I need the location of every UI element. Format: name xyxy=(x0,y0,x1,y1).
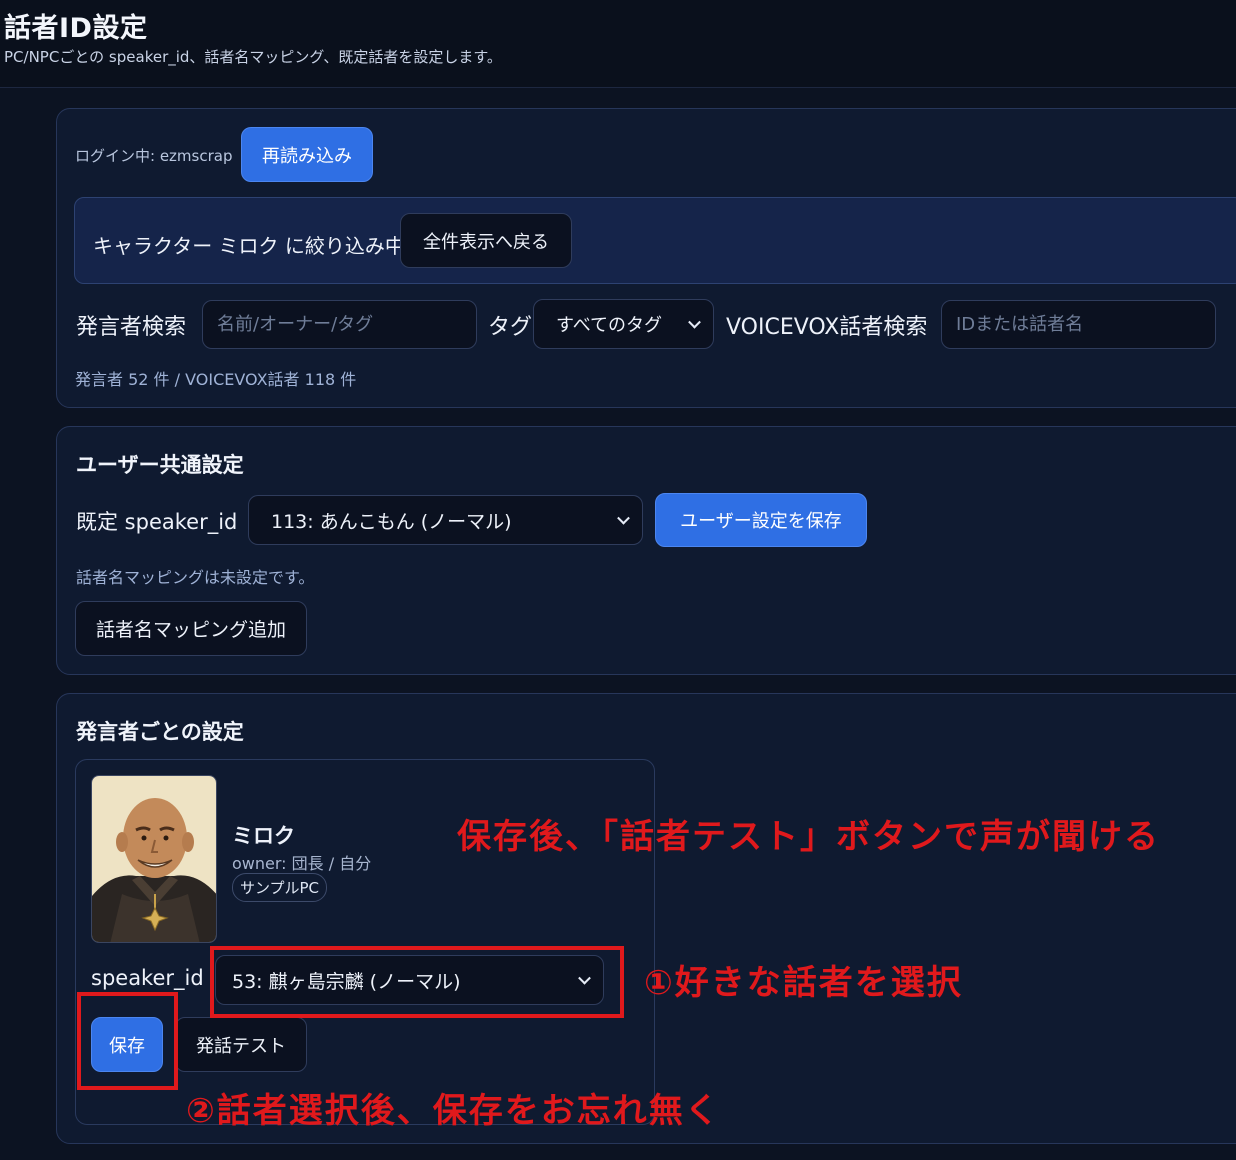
speaker-tag: サンプルPC xyxy=(232,873,327,902)
show-all-button[interactable]: 全件表示へ戻る xyxy=(400,213,572,268)
avatar xyxy=(91,775,217,943)
tag-label: タグ xyxy=(488,315,533,340)
per-speaker-title: 発言者ごとの設定 xyxy=(76,720,244,744)
voicevox-search-label: VOICEVOX話者検索 xyxy=(726,315,928,340)
voicevox-search-input[interactable] xyxy=(941,300,1216,349)
page-header: 話者ID設定 PC/NPCごとの speaker_id、話者名マッピング、既定話… xyxy=(0,0,1236,88)
page-subtitle: PC/NPCごとの speaker_id、話者名マッピング、既定話者を設定します… xyxy=(4,48,502,66)
annotation-note-select: ①好きな話者を選択 xyxy=(644,963,963,1003)
chevron-down-icon xyxy=(617,511,630,525)
reload-button[interactable]: 再読み込み xyxy=(241,127,373,182)
speaker-id-label: speaker_id xyxy=(91,966,204,990)
login-status: ログイン中: ezmscrap xyxy=(75,147,233,165)
speech-test-button[interactable]: 発話テスト xyxy=(175,1017,307,1072)
annotation-box-save xyxy=(77,992,178,1090)
user-settings-title: ユーザー共通設定 xyxy=(76,453,244,477)
filter-notice-text: キャラクター ミロク に絞り込み中 xyxy=(93,234,405,258)
annotation-note-save: ②話者選択後、保存をお忘れ無く xyxy=(186,1091,721,1131)
default-speaker-value: 113: あんこもん (ノーマル) xyxy=(271,510,512,533)
default-speaker-select[interactable]: 113: あんこもん (ノーマル) xyxy=(248,495,643,545)
chevron-down-icon xyxy=(688,315,701,329)
page-title: 話者ID設定 xyxy=(4,13,148,44)
speaker-owner: owner: 団長 / 自分 xyxy=(232,854,372,873)
annotation-box-select xyxy=(210,946,624,1018)
annotation-note-top: 保存後、「話者テスト」ボタンで声が聞ける xyxy=(457,817,1160,857)
tag-select[interactable]: すべてのタグ xyxy=(533,299,714,349)
speaker-search-input[interactable] xyxy=(202,300,477,349)
default-speaker-label: 既定 speaker_id xyxy=(76,510,238,534)
result-counts: 発言者 52 件 / VOICEVOX話者 118 件 xyxy=(75,370,357,389)
speaker-search-label: 発言者検索 xyxy=(76,315,187,340)
mapping-empty-text: 話者名マッピングは未設定です。 xyxy=(76,568,315,587)
tag-select-value: すべてのタグ xyxy=(556,315,663,336)
save-user-settings-button[interactable]: ユーザー設定を保存 xyxy=(655,493,867,547)
speaker-name: ミロク xyxy=(232,824,295,848)
add-mapping-button[interactable]: 話者名マッピング追加 xyxy=(75,601,307,656)
